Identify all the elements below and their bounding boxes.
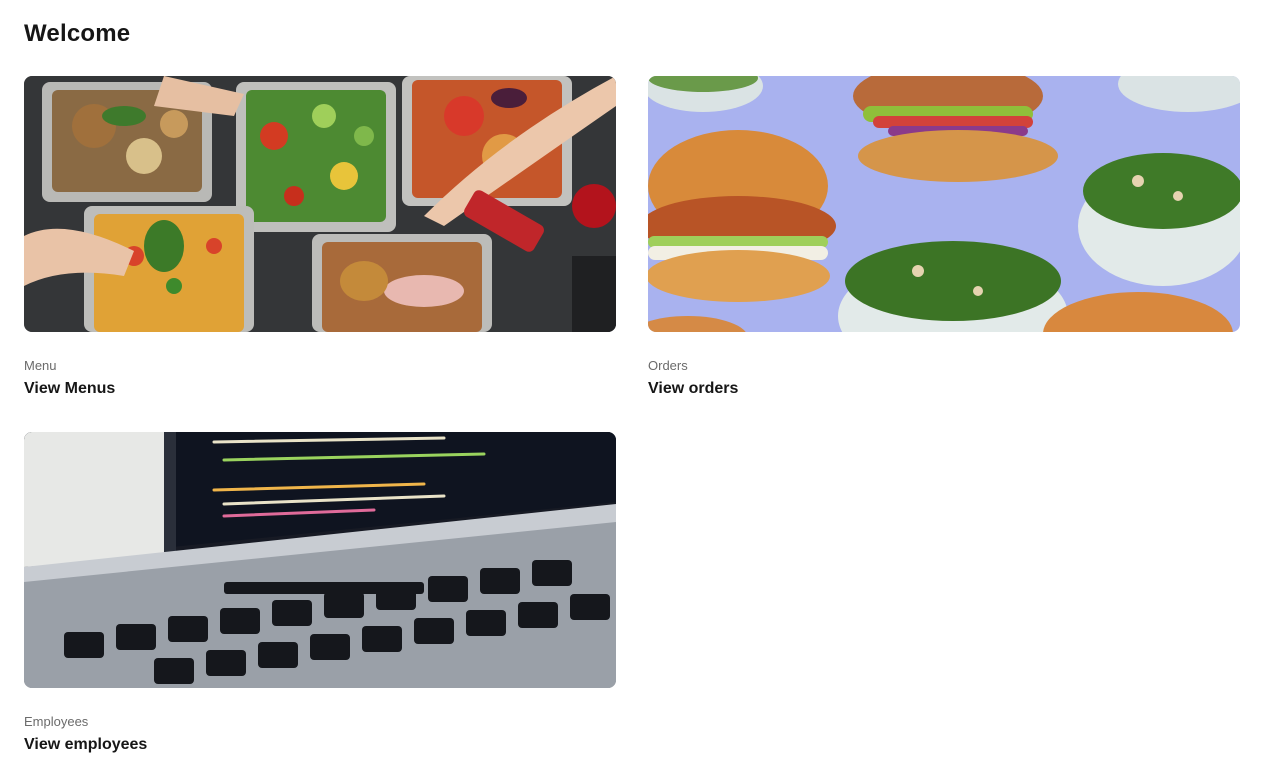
employees-card-image[interactable] (24, 432, 616, 688)
orders-card-eyebrow: Orders (648, 358, 688, 373)
employees-card[interactable]: Employees View employees (24, 432, 616, 754)
burgers-and-salads-photo (648, 76, 1240, 332)
employees-card-eyebrow: Employees (24, 714, 89, 729)
page-title: Welcome (24, 20, 131, 47)
view-employees-link[interactable]: View employees (24, 736, 616, 754)
menu-card-eyebrow: Menu (24, 358, 57, 373)
orders-card[interactable]: Orders View orders (648, 76, 1240, 398)
orders-card-image[interactable] (648, 76, 1240, 332)
laptop-keyboard-code-photo (24, 432, 616, 688)
view-orders-link[interactable]: View orders (648, 380, 1240, 398)
menu-card-image[interactable] (24, 76, 616, 332)
view-menus-link[interactable]: View Menus (24, 380, 616, 398)
meal-prep-trays-photo (24, 76, 616, 332)
menu-card[interactable]: Menu View Menus (24, 76, 616, 398)
